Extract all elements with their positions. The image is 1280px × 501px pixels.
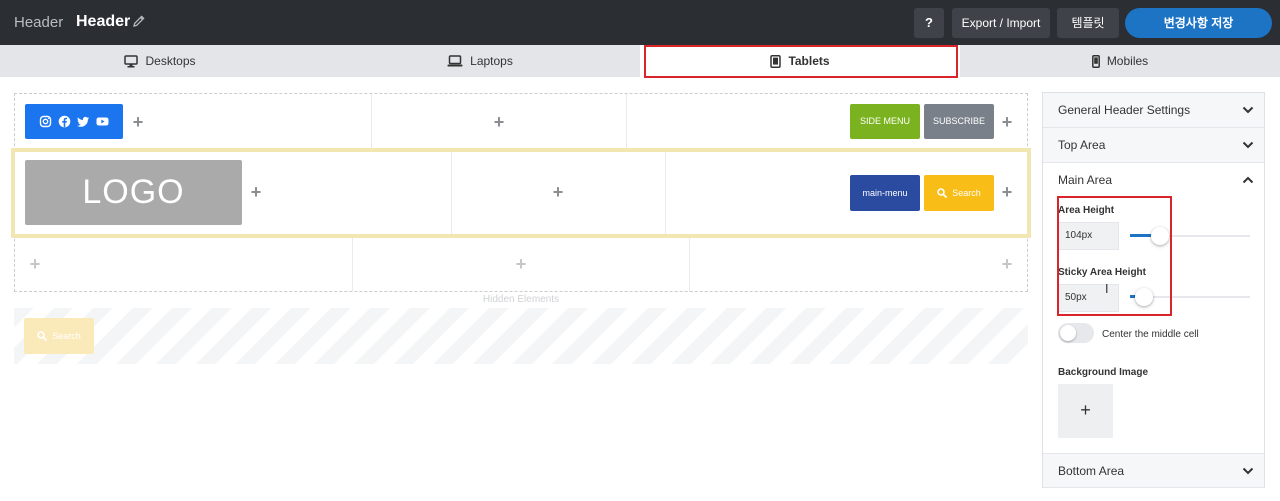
search-icon xyxy=(37,331,48,341)
header-builder: + + SIDE MENU SUBSCRIBE + LOGO + + main-… xyxy=(14,93,1028,292)
accordion-top-area[interactable]: Top Area xyxy=(1043,128,1264,163)
tab-mobiles[interactable]: Mobiles xyxy=(960,45,1280,77)
chevron-down-icon xyxy=(1242,141,1254,149)
area-height-slider[interactable] xyxy=(1130,227,1250,245)
instagram-icon xyxy=(39,115,52,128)
twitter-icon xyxy=(77,116,89,127)
hidden-search-element[interactable]: Search xyxy=(24,318,94,354)
cell-divider xyxy=(626,94,627,149)
main-row: LOGO + + main-menu Search + xyxy=(15,149,1027,238)
mobile-icon xyxy=(1091,54,1100,68)
main-menu-element[interactable]: main-menu xyxy=(850,175,920,211)
toggle-knob xyxy=(1060,325,1076,341)
tab-mobiles-label: Mobiles xyxy=(1106,54,1149,68)
settings-panel: General Header Settings Top Area Main Ar… xyxy=(1042,92,1265,488)
breadcrumb[interactable]: Header xyxy=(14,14,63,31)
cell-divider xyxy=(451,149,452,238)
save-changes-button[interactable]: 변경사항 저장 xyxy=(1125,8,1272,38)
tab-tablets-label: Tablets xyxy=(788,54,830,68)
facebook-icon xyxy=(58,115,71,128)
cell-divider xyxy=(371,94,372,149)
add-element-button[interactable]: + xyxy=(1000,113,1014,131)
accordion-general-header-settings[interactable]: General Header Settings xyxy=(1043,93,1264,128)
area-height-label: Area Height xyxy=(1058,205,1115,216)
device-tabs: Desktops Laptops Tablets Mobiles xyxy=(0,45,1280,77)
add-element-button[interactable]: + xyxy=(1000,255,1014,273)
add-element-button[interactable]: + xyxy=(249,183,263,201)
sticky-area-height-label: Sticky Area Height xyxy=(1058,267,1146,278)
add-element-button[interactable]: + xyxy=(514,255,528,273)
laptop-icon xyxy=(447,55,463,67)
accordion-label: Main Area xyxy=(1058,173,1113,187)
cell-divider xyxy=(352,238,353,292)
accordion-label: Top Area xyxy=(1058,138,1106,152)
top-bar: Header Header ? Export / Import 템플릿 변경사항… xyxy=(0,0,1280,45)
sticky-area-height-input[interactable]: 50px xyxy=(1058,284,1119,312)
logo-element[interactable]: LOGO xyxy=(25,160,242,225)
side-menu-element[interactable]: SIDE MENU xyxy=(850,104,920,139)
pencil-icon[interactable] xyxy=(132,14,146,28)
hidden-elements-label: Hidden Elements xyxy=(482,294,560,305)
accordion-label: General Header Settings xyxy=(1058,103,1191,117)
add-element-button[interactable]: + xyxy=(131,113,145,131)
youtube-icon xyxy=(96,117,109,126)
social-icons-element[interactable] xyxy=(25,104,123,139)
desktop-icon xyxy=(124,54,139,67)
bottom-row: + + + xyxy=(15,238,1027,292)
tab-laptops[interactable]: Laptops xyxy=(320,45,640,77)
accordion-label: Bottom Area xyxy=(1058,464,1125,478)
accordion-main-area[interactable]: Main Area xyxy=(1043,163,1264,198)
page-title: Header xyxy=(76,13,131,30)
tab-tablets[interactable]: Tablets xyxy=(640,45,960,77)
area-height-input[interactable]: 104px xyxy=(1058,222,1119,250)
chevron-up-icon xyxy=(1242,176,1254,184)
add-element-button[interactable]: + xyxy=(1000,183,1014,201)
help-button[interactable]: ? xyxy=(914,8,944,38)
slider-handle[interactable] xyxy=(1151,227,1169,245)
top-row: + + SIDE MENU SUBSCRIBE + xyxy=(15,94,1027,149)
hidden-search-label: Search xyxy=(52,331,81,341)
search-element-label: Search xyxy=(952,188,981,198)
cell-divider xyxy=(689,238,690,292)
add-element-button[interactable]: + xyxy=(551,183,565,201)
template-button[interactable]: 템플릿 xyxy=(1057,8,1119,38)
center-middle-cell-label: Center the middle cell xyxy=(1102,329,1199,340)
export-import-button[interactable]: Export / Import xyxy=(952,8,1050,38)
search-icon xyxy=(937,188,948,198)
text-cursor-icon: I xyxy=(1105,282,1109,296)
cell-divider xyxy=(665,149,666,238)
tab-laptops-label: Laptops xyxy=(470,54,513,68)
accordion-bottom-area[interactable]: Bottom Area xyxy=(1043,453,1264,488)
tab-desktops-label: Desktops xyxy=(145,54,196,68)
hidden-elements-area: Search xyxy=(14,308,1028,364)
center-middle-cell-toggle[interactable] xyxy=(1058,323,1094,343)
slider-handle[interactable] xyxy=(1135,288,1153,306)
tablet-icon xyxy=(770,54,782,68)
add-element-button[interactable]: + xyxy=(492,113,506,131)
background-image-label: Background Image xyxy=(1058,367,1149,378)
subscribe-element[interactable]: SUBSCRIBE xyxy=(924,104,994,139)
search-element[interactable]: Search xyxy=(924,175,994,211)
chevron-down-icon xyxy=(1242,467,1254,475)
add-background-image-button[interactable]: + xyxy=(1058,384,1113,438)
chevron-down-icon xyxy=(1242,106,1254,114)
add-element-button[interactable]: + xyxy=(28,255,42,273)
sticky-area-height-slider[interactable] xyxy=(1130,288,1250,306)
tab-desktops[interactable]: Desktops xyxy=(0,45,320,77)
